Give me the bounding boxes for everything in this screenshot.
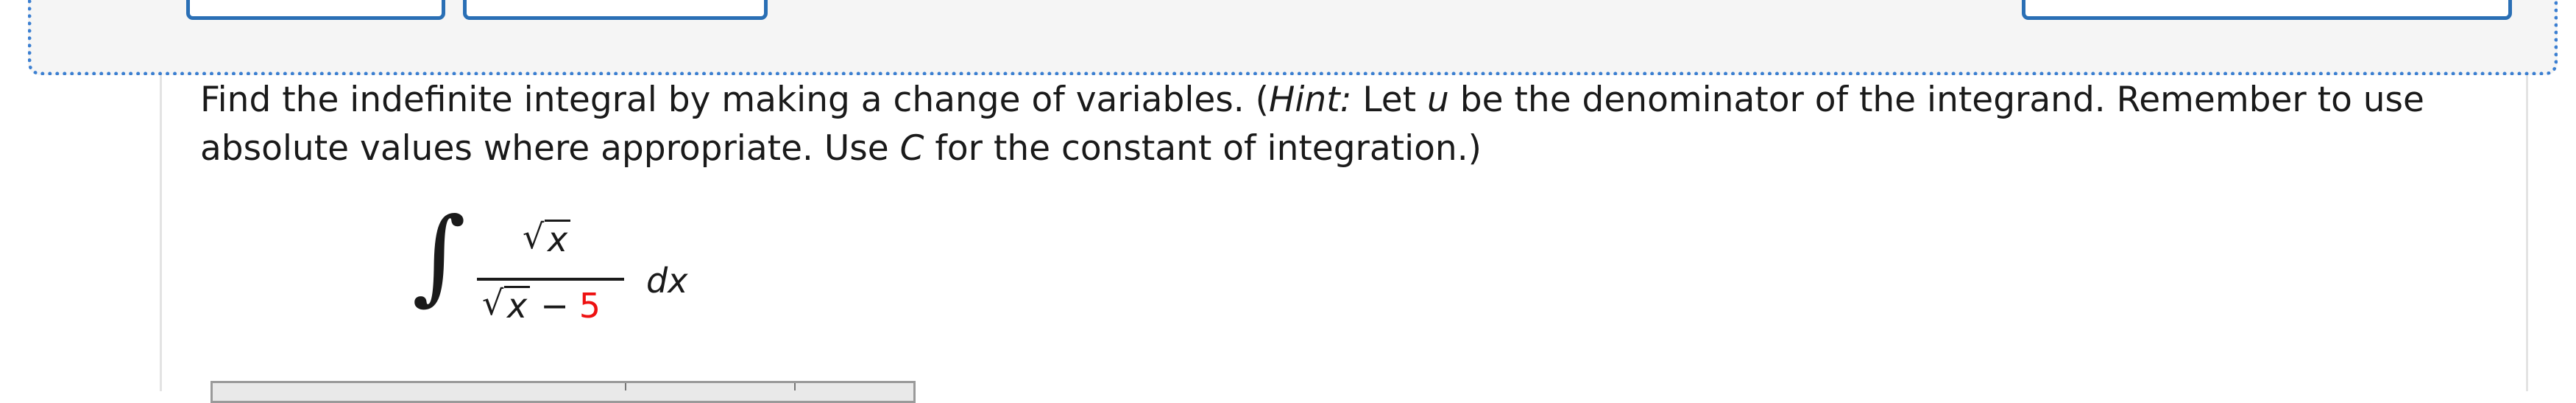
denominator: √ x −5 (482, 283, 601, 326)
question-text: Find the indefinite integral by making a… (200, 80, 2424, 169)
radical-sign: √ (482, 283, 504, 323)
radical-sign: √ (523, 217, 545, 256)
differential: dx (646, 261, 688, 301)
numerator: √ x (523, 217, 571, 259)
integral-sign: ∫ (412, 196, 466, 316)
toolbar (28, 0, 2558, 75)
constant-five: 5 (578, 286, 601, 326)
toolbar-button-2[interactable] (463, 0, 768, 20)
toolbar-button-3[interactable] (2022, 0, 2512, 20)
fraction-bar (477, 278, 624, 281)
toolbar-button-1[interactable] (186, 0, 445, 20)
integral-expression: ∫ √ x √ x −5 dx (412, 197, 721, 345)
answer-toolbar[interactable] (210, 381, 916, 403)
